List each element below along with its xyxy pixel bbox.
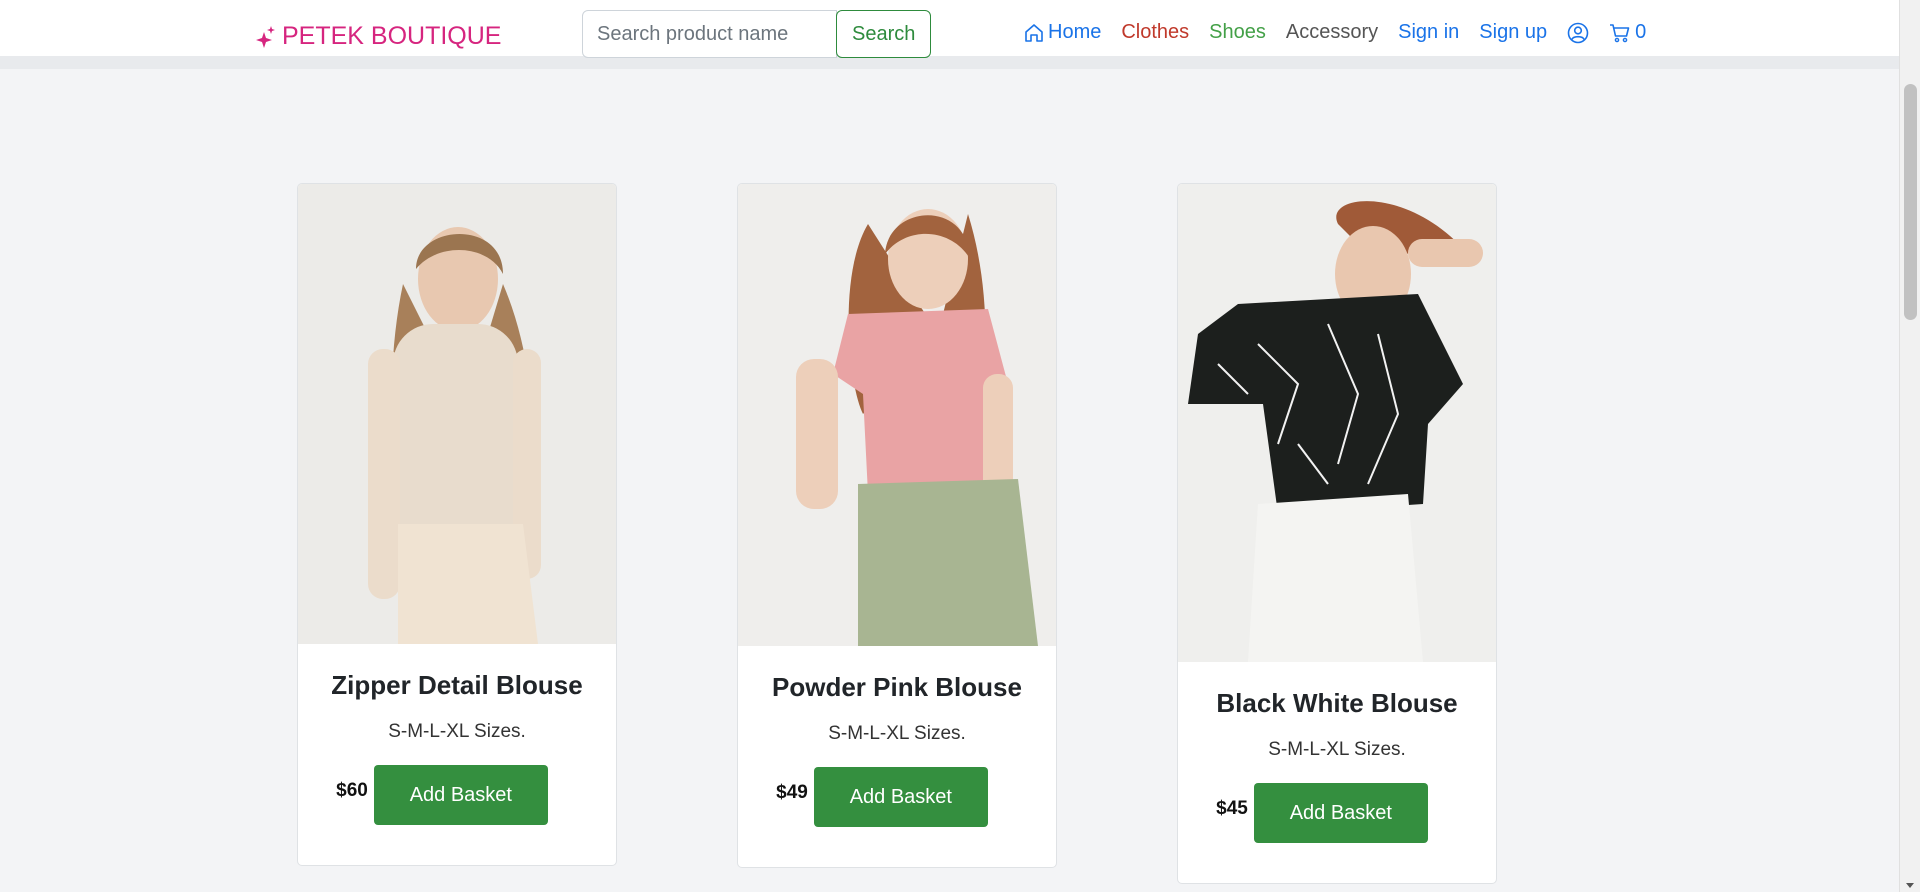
search-form: Search: [582, 10, 932, 58]
nav-sign-in[interactable]: Sign in: [1398, 21, 1459, 44]
product-price: $49: [776, 782, 808, 803]
search-button[interactable]: Search: [836, 10, 932, 58]
product-price: $45: [1216, 798, 1248, 819]
product-sizes: S-M-L-XL Sizes.: [388, 721, 526, 742]
page-scrollbar[interactable]: [1899, 0, 1920, 892]
home-icon: [1025, 23, 1043, 42]
product-image[interactable]: [1178, 184, 1496, 662]
buy-row: $60 Add Basket: [298, 765, 616, 865]
garment-bottom: [1248, 494, 1423, 662]
garment-bottom: [858, 479, 1038, 646]
product-title: Black White Blouse: [1216, 688, 1458, 718]
product-price: $60: [336, 780, 368, 801]
product-sizes: S-M-L-XL Sizes.: [828, 723, 966, 744]
product-card: Zipper Detail Blouse S-M-L-XL Sizes. $60…: [297, 183, 617, 866]
nav-clothes[interactable]: Clothes: [1121, 21, 1189, 44]
product-title: Powder Pink Blouse: [772, 672, 1022, 702]
nav-shoes[interactable]: Shoes: [1209, 21, 1266, 44]
nav-accessory[interactable]: Accessory: [1286, 21, 1378, 44]
cart-count: 0: [1635, 21, 1647, 43]
nav-home[interactable]: Home: [1024, 21, 1101, 44]
product-image[interactable]: [298, 184, 616, 644]
brand-name: PETEK BOUTIQUE: [282, 22, 502, 50]
add-basket-button[interactable]: Add Basket: [373, 765, 548, 825]
add-basket-button[interactable]: Add Basket: [813, 767, 988, 827]
product-card: Black White Blouse S-M-L-XL Sizes. $45 A…: [1177, 183, 1497, 884]
add-basket-button[interactable]: Add Basket: [1253, 783, 1428, 843]
cart-button[interactable]: 0: [1609, 21, 1646, 44]
user-circle-icon: [1567, 22, 1589, 43]
product-title: Zipper Detail Blouse: [331, 670, 583, 700]
top-navbar: PETEK BOUTIQUE Search Home Clothes Shoes…: [0, 0, 1899, 69]
buy-row: $45 Add Basket: [1178, 783, 1496, 883]
sparkle-icon: [256, 25, 275, 48]
nav-sign-up[interactable]: Sign up: [1479, 21, 1547, 44]
product-card: Powder Pink Blouse S-M-L-XL Sizes. $49 A…: [737, 183, 1057, 868]
garment-bottom: [398, 524, 538, 644]
search-input[interactable]: [582, 10, 837, 58]
buy-row: $49 Add Basket: [738, 767, 1056, 867]
account-button[interactable]: [1567, 22, 1589, 44]
main-nav: Home Clothes Shoes Accessory Sign in Sig…: [1024, 21, 1666, 44]
garment-top: [393, 324, 518, 549]
scrollbar-thumb[interactable]: [1904, 84, 1917, 320]
product-image[interactable]: [738, 184, 1056, 646]
nav-home-label: Home: [1048, 21, 1102, 43]
brand-logo[interactable]: PETEK BOUTIQUE: [256, 22, 501, 51]
cart-icon: [1610, 23, 1630, 42]
scroll-down-arrow-icon[interactable]: [1906, 883, 1914, 888]
product-sizes: S-M-L-XL Sizes.: [1268, 739, 1406, 760]
